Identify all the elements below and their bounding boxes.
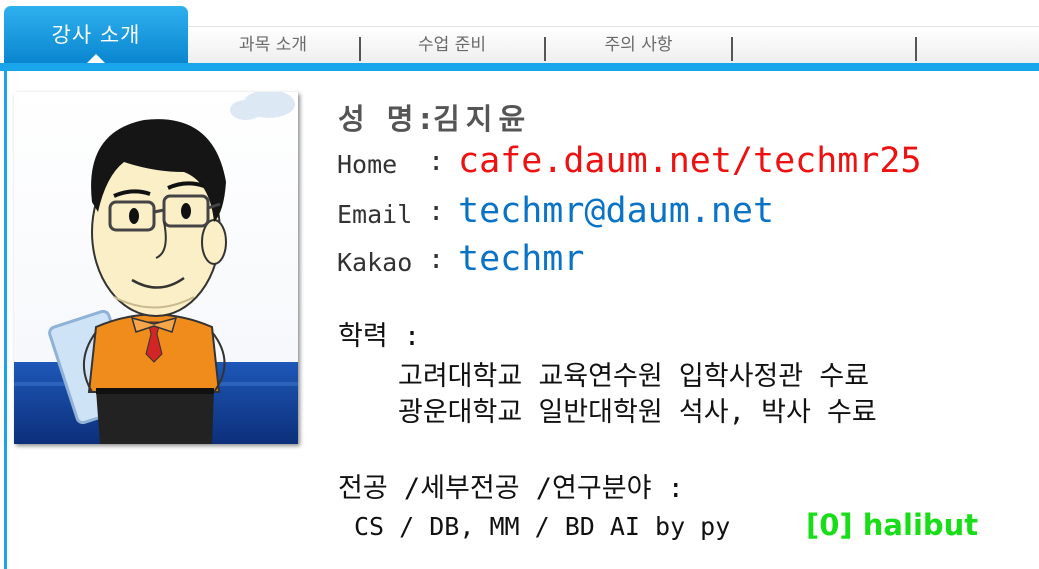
tab-bar: 과목 소개 수업 준비 주의 사항 강사 소개	[0, 0, 1039, 72]
home-link[interactable]: cafe.daum.net/techmr25	[458, 141, 922, 181]
kakao-separator: :	[428, 244, 445, 275]
home-label: Home	[337, 150, 398, 179]
kakao-label: Kakao	[337, 248, 413, 277]
name-row: 성 명:김지윤	[338, 96, 531, 138]
education-heading: 학력 :	[338, 321, 421, 352]
overlay-tag: [0] halibut	[806, 508, 979, 542]
active-tab-pointer	[87, 54, 105, 63]
tab-divider	[731, 37, 733, 61]
tab-underline	[0, 63, 1039, 71]
education-item: 광운대학교 일반대학원 석사, 박사 수료	[398, 397, 877, 428]
email-link[interactable]: techmr@daum.net	[458, 191, 774, 231]
tab-divider	[359, 37, 361, 61]
name-value: 김지윤	[433, 102, 532, 136]
content-left-border	[4, 70, 7, 569]
tab-precautions[interactable]: 주의 사항	[547, 26, 730, 63]
email-separator: :	[428, 196, 445, 227]
instructor-intro-page: 과목 소개 수업 준비 주의 사항 강사 소개 성 명:김지윤 Home: c…	[0, 0, 1039, 569]
tab-instructor-intro-label: 강사 소개	[51, 23, 141, 47]
email-label: Email	[337, 200, 413, 229]
tab-course-intro[interactable]: 과목 소개	[188, 26, 358, 63]
cartoon-instructor-image	[14, 92, 298, 444]
tab-divider	[544, 37, 546, 61]
name-separator: :	[419, 102, 434, 136]
education-item: 고려대학교 교육연수원 입학사정관 수료	[398, 361, 870, 392]
major-heading: 전공 /세부전공 /연구분야 :	[338, 473, 684, 504]
tab-divider	[915, 37, 917, 61]
name-label: 성 명	[338, 102, 420, 136]
home-separator: :	[428, 146, 445, 177]
major-value: CS / DB, MM / BD AI by py	[354, 512, 731, 541]
kakao-id[interactable]: techmr	[458, 239, 584, 279]
tab-class-prep[interactable]: 수업 준비	[362, 26, 542, 63]
instructor-avatar	[14, 92, 298, 444]
